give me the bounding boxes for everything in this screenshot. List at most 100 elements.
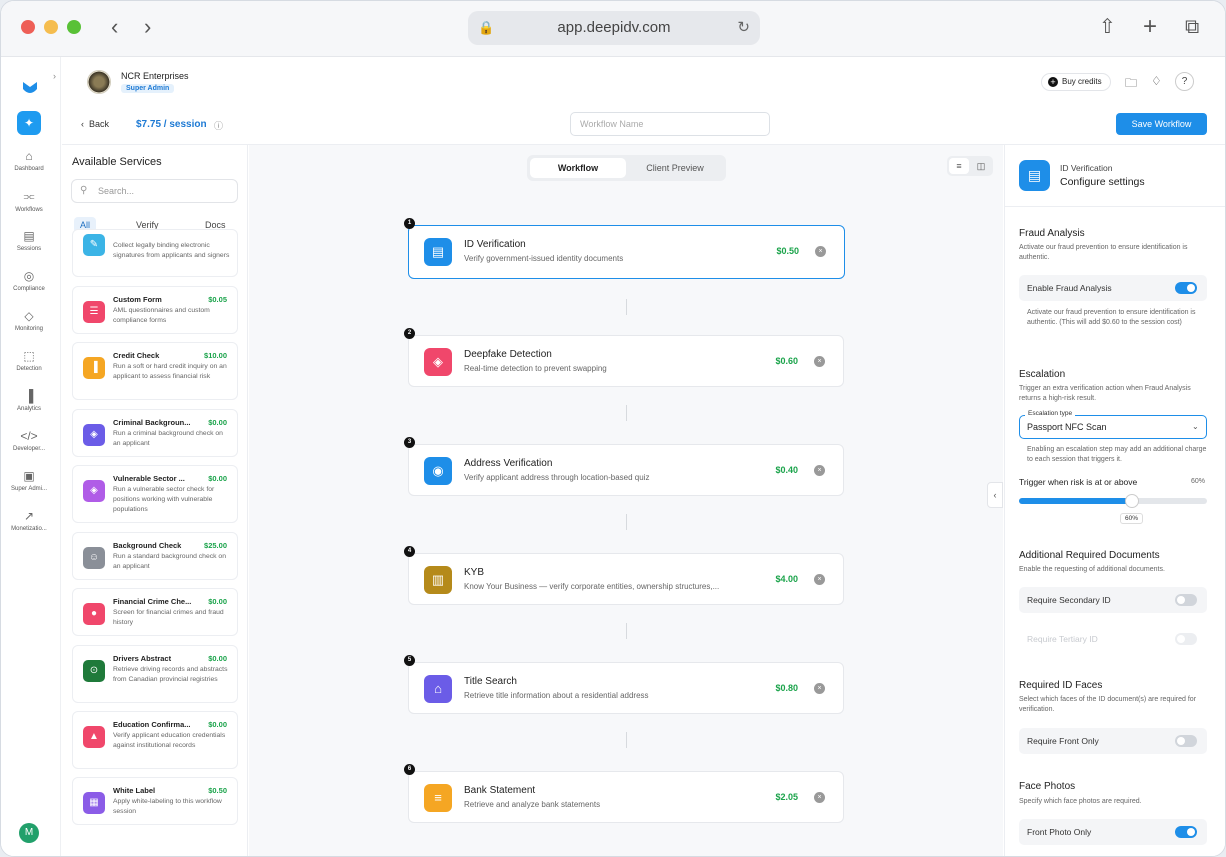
bell-icon[interactable]: ♢ [1151, 74, 1162, 88]
workflow-step[interactable]: 4 ▥ KYB Know Your Business — verify corpora… [404, 546, 844, 605]
secondary-id-toggle[interactable] [1175, 594, 1197, 606]
step-connector [626, 732, 627, 748]
docs-heading: Additional Required Documents [1019, 550, 1160, 561]
rail-item-6[interactable]: ⬚ Detection [1, 349, 57, 372]
close-window-button[interactable] [21, 20, 35, 34]
rail-label: Analytics [16, 406, 41, 412]
service-price: $0.50 [208, 786, 227, 795]
split-view-icon[interactable]: ◫ [971, 158, 991, 174]
service-card[interactable]: ▐ Credit Check $10.00 Run a soft or hard cr… [72, 342, 238, 400]
escalation-desc: Trigger an extra verification action whe… [1019, 385, 1191, 402]
step-name: Title Search [464, 676, 517, 687]
fraud-analysis-toggle[interactable] [1175, 282, 1197, 294]
slider-tooltip: 60% [1120, 513, 1144, 524]
tab-client-preview[interactable]: Client Preview [627, 158, 723, 178]
new-tab-icon[interactable]: + [1143, 15, 1157, 39]
service-card[interactable]: ☰ Custom Form $0.05 AML questionnaires and … [72, 286, 238, 334]
rail-label: Monetizatio... [11, 526, 47, 532]
rail-label: Detection [16, 366, 42, 372]
user-avatar[interactable]: M [19, 823, 39, 843]
service-card[interactable]: ☺ Background Check $25.00 Run a standard ba… [72, 532, 238, 580]
workflow-step[interactable]: 5 ⌂ Title Search Retrieve title information… [404, 655, 844, 714]
service-card[interactable]: ◈ Criminal Backgroun... $0.00 Run a crimina… [72, 409, 238, 457]
rail-item-8[interactable]: </> Developer... [1, 429, 57, 452]
rail-item-5[interactable]: ◇ Monitoring [1, 309, 57, 332]
collapse-panel-icon[interactable]: ‹ [987, 482, 1003, 508]
step-price: $0.40 [775, 465, 798, 475]
maximize-window-button[interactable] [67, 20, 81, 34]
browser-forward-icon[interactable]: › [144, 16, 151, 38]
id-card-icon: ▤ [1019, 160, 1050, 191]
list-view-icon[interactable]: ≡ [949, 158, 969, 174]
tabs-overview-icon[interactable]: ⧉ [1185, 15, 1199, 39]
rail-item-9[interactable]: ▣ Super Admi... [1, 469, 57, 492]
service-card[interactable]: ⊙ Drivers Abstract $0.00 Retrieve driving r… [72, 645, 238, 703]
service-name: Vulnerable Sector ... [113, 474, 185, 483]
workflow-step[interactable]: 1 ▤ ID Verification Verify government-issue… [404, 218, 845, 279]
remove-step-icon[interactable]: × [814, 465, 825, 476]
search-placeholder: Search... [98, 186, 135, 196]
steering-icon: ⊙ [83, 660, 105, 682]
browser-back-icon[interactable]: ‹ [111, 16, 118, 38]
org-name[interactable]: NCR Enterprises [121, 71, 189, 81]
tab-workflow[interactable]: Workflow [530, 158, 626, 178]
info-icon[interactable]: ⓘ [214, 119, 223, 132]
address-bar[interactable]: 🔒 app.deepidv.com ↻ [468, 11, 760, 45]
minimize-window-button[interactable] [44, 20, 58, 34]
front-photo-toggle[interactable] [1175, 826, 1197, 838]
service-search-input[interactable]: ⚲ Search... [71, 179, 238, 203]
reload-icon[interactable]: ↻ [737, 11, 750, 45]
service-card[interactable]: ◈ Vulnerable Sector ... $0.00 Run a vulnera… [72, 465, 238, 523]
back-button[interactable]: ‹ Back [81, 119, 109, 129]
buy-credits-button[interactable]: Buy credits [1041, 73, 1111, 91]
service-card[interactable]: ▲ Education Confirma... $0.00 Verify applic… [72, 711, 238, 769]
step-desc: Verify applicant address through locatio… [464, 473, 650, 482]
left-nav-rail: › [1, 57, 61, 856]
remove-step-icon[interactable]: × [814, 792, 825, 803]
folder-icon[interactable]: 🗀 [1125, 74, 1137, 95]
workflow-name-input[interactable] [570, 112, 770, 136]
rail-item-10[interactable]: ↗ Monetizatio... [1, 509, 57, 532]
shield-icon: ◇ [24, 309, 34, 323]
chevron-down-icon[interactable]: ⌄ [1192, 422, 1199, 431]
rail-label: Developer... [12, 446, 46, 452]
rail-item-3[interactable]: ▤ Sessions [1, 229, 57, 252]
rail-label: Super Admi... [10, 486, 48, 492]
service-name: Criminal Backgroun... [113, 418, 191, 427]
workflow-step[interactable]: 2 ◈ Deepfake Detection Real-time detection … [404, 328, 844, 387]
step-number: 6 [404, 764, 415, 775]
workflow-step[interactable]: 3 ◉ Address Verification Verify applicant a… [404, 437, 844, 496]
rail-item-1[interactable]: ⌂ Dashboard [1, 149, 57, 172]
rail-item-4[interactable]: ◎ Compliance [1, 269, 57, 292]
remove-step-icon[interactable]: × [814, 356, 825, 367]
service-card[interactable]: ● Financial Crime Che... $0.00 Screen for f… [72, 588, 238, 636]
step-price: $0.60 [775, 356, 798, 366]
service-desc: Apply white-labeling to this workflow se… [113, 798, 222, 815]
workflow-builder-icon[interactable]: ✦ [17, 111, 41, 135]
service-card[interactable]: ▦ White Label $0.50 Apply white-labeling to… [72, 777, 238, 825]
risk-slider[interactable] [1019, 494, 1207, 508]
rail-label: Workflows [15, 207, 43, 213]
remove-step-icon[interactable]: × [815, 246, 826, 257]
front-only-label: Require Front Only [1027, 736, 1099, 746]
remove-step-icon[interactable]: × [814, 574, 825, 585]
save-workflow-button[interactable]: Save Workflow [1116, 113, 1207, 135]
expand-rail-icon[interactable]: › [53, 71, 56, 81]
help-icon[interactable]: ? [1175, 72, 1194, 91]
rail-item-2[interactable]: ⫗ Workflows [1, 189, 57, 213]
step-desc: Retrieve and analyze bank statements [464, 800, 601, 809]
escalation-type-label: Escalation type [1025, 410, 1076, 417]
rail-label: Sessions [16, 246, 42, 252]
criminal-shield-icon: ◈ [83, 424, 105, 446]
step-price: $4.00 [775, 574, 798, 584]
rail-item-7[interactable]: ▐ Analytics [1, 389, 57, 412]
service-card[interactable]: ✎ Collect legally binding electronic sign… [72, 229, 238, 277]
share-icon[interactable]: ⇧ [1099, 15, 1116, 39]
step-connector [626, 514, 627, 530]
signature-icon: ✎ [83, 234, 105, 256]
front-only-toggle[interactable] [1175, 735, 1197, 747]
slider-knob[interactable] [1124, 494, 1139, 508]
workflow-step[interactable]: 6 ≡ Bank Statement Retrieve and analyze ban… [404, 764, 844, 823]
remove-step-icon[interactable]: × [814, 683, 825, 694]
fraud-toggle-label: Enable Fraud Analysis [1027, 283, 1112, 293]
